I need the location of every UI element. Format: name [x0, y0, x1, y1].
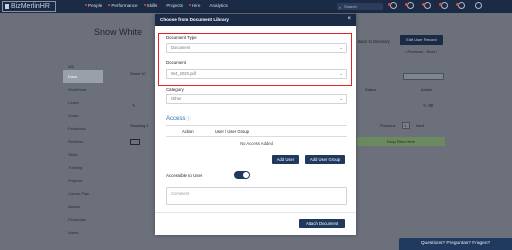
- profile-sidebar: Docs Workflows Leave Goals Feedback Revi…: [63, 70, 103, 239]
- prev-next-links[interactable]: ‹ Previous - Next ›: [405, 49, 437, 54]
- help-chat-button[interactable]: Questions? Preguntas? Fragen?: [399, 238, 512, 250]
- access-column-action: Action: [182, 129, 194, 134]
- sidebar-item-assets[interactable]: Assets: [63, 200, 103, 213]
- sidebar-item-leave[interactable]: Leave: [63, 96, 103, 109]
- top-navbar: BizMerlinHR People Performance Skills Pr…: [0, 0, 512, 13]
- document-select[interactable]: W4_2020.pdf ⌄: [166, 69, 347, 79]
- close-icon[interactable]: ×: [347, 16, 351, 22]
- drop-files-zone[interactable]: Drop Files Here: [357, 137, 445, 146]
- sidebar-item-skills[interactable]: Skills: [63, 148, 103, 161]
- nav-projects[interactable]: Projects: [166, 3, 183, 8]
- accessible-to-user-toggle[interactable]: [234, 171, 250, 179]
- attach-document-button[interactable]: Attach Document: [299, 219, 345, 228]
- divider: [155, 212, 356, 213]
- no-access-message: No Access Added: [240, 141, 273, 146]
- docs-table-header: Status Action: [355, 86, 445, 94]
- sidebar-item-notes[interactable]: Notes: [63, 226, 103, 239]
- sidebar-item-financials[interactable]: Financials: [63, 213, 103, 226]
- sidebar-item-training[interactable]: Training: [63, 161, 103, 174]
- edit-user-record-button[interactable]: Edit User Record: [400, 35, 443, 45]
- toggle-knob: [243, 172, 249, 178]
- entries-per-page[interactable]: Show 10: [130, 71, 146, 76]
- add-user-group-button[interactable]: Add User Group: [305, 155, 345, 164]
- sidebar-item-feedback[interactable]: Feedback: [63, 122, 103, 135]
- pencil-icon[interactable]: ✎: [132, 103, 135, 108]
- divider: [166, 136, 347, 137]
- comment-textarea[interactable]: Comment: [166, 187, 347, 205]
- pager-page-1[interactable]: 1: [401, 122, 410, 129]
- back-to-directory-link[interactable]: Back to Directory: [358, 39, 390, 44]
- sidebar-item-docs[interactable]: Docs: [63, 70, 103, 83]
- settings-icon[interactable]: [456, 2, 465, 9]
- sidebar-item-career-plan[interactable]: Career Plan: [63, 187, 103, 200]
- sidebar-item-workflows[interactable]: Workflows: [63, 83, 103, 96]
- row-action-icons[interactable]: ✎ ⌫: [423, 103, 433, 108]
- column-action: Action: [421, 87, 433, 92]
- main-nav: People Performance Skills Projects Hire …: [85, 3, 228, 8]
- info-icon[interactable]: ⓘ: [186, 116, 190, 121]
- access-column-user-group: User / User Group: [215, 129, 249, 134]
- category-select[interactable]: Other ⌄: [166, 94, 347, 104]
- table-search-input[interactable]: [403, 73, 444, 80]
- messages-icon[interactable]: [405, 2, 414, 9]
- top-icons: [388, 2, 482, 9]
- profile-name: Snow White: [94, 27, 143, 37]
- tasks-icon[interactable]: [422, 2, 431, 9]
- logo-text: BizMerlinHR: [11, 3, 50, 10]
- column-status: Status: [365, 87, 377, 92]
- nav-hire[interactable]: Hire: [188, 3, 200, 8]
- divider: [166, 125, 347, 126]
- showing-count: Showing 1: [130, 123, 149, 128]
- document-type-label: Document Type: [166, 35, 197, 40]
- add-user-button[interactable]: Add User: [272, 155, 299, 164]
- pager-next[interactable]: Next: [416, 123, 424, 128]
- accessible-to-user-label: Accessible to User: [166, 173, 203, 178]
- laptop-icon: [130, 139, 140, 145]
- app-logo[interactable]: BizMerlinHR: [2, 1, 56, 12]
- search-icon: ⌕: [339, 5, 342, 10]
- sidebar-item-reviews[interactable]: Reviews: [63, 135, 103, 148]
- logo-icon: [5, 4, 9, 9]
- nav-analytics[interactable]: Analytics: [209, 3, 227, 8]
- help-icon[interactable]: [439, 2, 448, 9]
- modal-header: Choose from Document Library ×: [155, 14, 356, 26]
- sidebar-item-goals[interactable]: Goals: [63, 109, 103, 122]
- nav-skills[interactable]: Skills: [143, 3, 157, 8]
- global-search-input[interactable]: ⌕ Search: [337, 3, 383, 10]
- modal-title: Choose from Document Library: [160, 17, 229, 22]
- nav-performance[interactable]: Performance: [108, 3, 138, 8]
- user-avatar-icon[interactable]: [475, 2, 482, 9]
- notifications-icon[interactable]: [388, 2, 397, 9]
- document-type-select[interactable]: Document ⌄: [166, 43, 347, 53]
- nav-people[interactable]: People: [85, 3, 102, 8]
- pager-previous[interactable]: Previous: [380, 123, 396, 128]
- profile-id: #86: [68, 65, 74, 69]
- category-label: Category: [166, 87, 184, 92]
- chevron-down-icon: ⌄: [339, 45, 343, 50]
- chevron-down-icon: ⌄: [339, 96, 343, 101]
- chevron-down-icon: ⌄: [339, 71, 343, 76]
- sidebar-item-projects[interactable]: Projects: [63, 174, 103, 187]
- pagination: Previous 1 Next: [380, 122, 424, 129]
- document-label: Document: [166, 60, 187, 65]
- access-section-title: Accessⓘ: [166, 116, 191, 122]
- document-library-modal: Choose from Document Library × Document …: [155, 14, 356, 235]
